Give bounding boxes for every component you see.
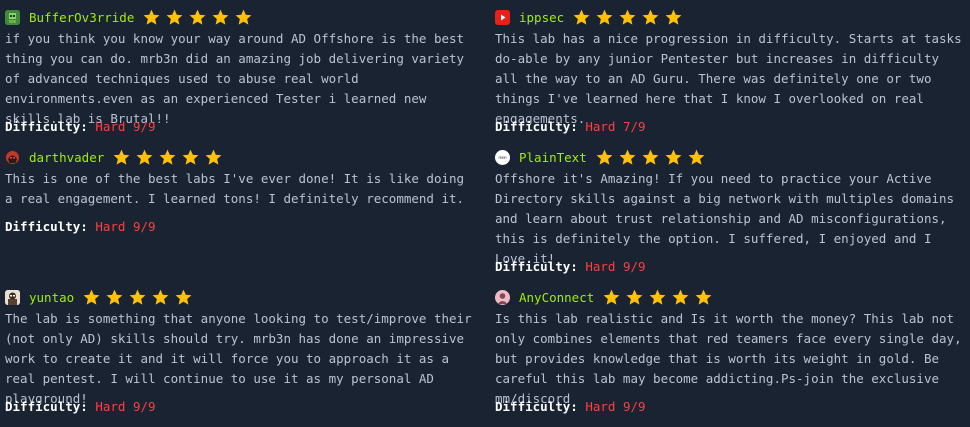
difficulty-label: Difficulty: bbox=[495, 259, 578, 274]
difficulty-label: Difficulty: bbox=[5, 399, 88, 414]
difficulty-value: Hard 9/9 bbox=[95, 219, 156, 234]
star-icon bbox=[642, 149, 659, 165]
review-card: darthvader This is one of the best labs … bbox=[5, 147, 475, 247]
star-icon bbox=[175, 289, 192, 305]
review-text: This is one of the best labs I've ever d… bbox=[5, 171, 465, 206]
difficulty-label: Difficulty: bbox=[495, 399, 578, 414]
username-link[interactable]: ippsec bbox=[519, 10, 564, 25]
review-header: yuntao bbox=[5, 287, 475, 307]
username-link[interactable]: darthvader bbox=[29, 150, 104, 165]
review-header: BufferOv3rride bbox=[5, 7, 475, 27]
difficulty-label: Difficulty: bbox=[5, 219, 88, 234]
star-icon bbox=[596, 149, 613, 165]
review-header: txt PlainText bbox=[495, 147, 965, 167]
difficulty-value: Hard 9/9 bbox=[585, 399, 646, 414]
star-icon bbox=[83, 289, 100, 305]
star-rating bbox=[595, 148, 706, 167]
star-icon bbox=[688, 149, 705, 165]
star-icon bbox=[619, 149, 636, 165]
star-icon bbox=[113, 149, 130, 165]
star-icon bbox=[626, 289, 643, 305]
star-icon bbox=[695, 289, 712, 305]
difficulty-line: Difficulty: Hard 9/9 bbox=[495, 397, 646, 417]
star-icon bbox=[619, 9, 636, 25]
difficulty-label: Difficulty: bbox=[5, 119, 88, 134]
star-icon bbox=[672, 289, 689, 305]
difficulty-label: Difficulty: bbox=[495, 119, 578, 134]
review-card: yuntao The lab is something that anyone … bbox=[5, 287, 475, 422]
difficulty-value: Hard 9/9 bbox=[95, 119, 156, 134]
difficulty-line: Difficulty: Hard 7/9 bbox=[495, 117, 646, 137]
star-icon bbox=[129, 289, 146, 305]
review-text: Is this lab realistic and Is it worth th… bbox=[495, 311, 962, 406]
star-icon bbox=[182, 149, 199, 165]
svg-text:txt: txt bbox=[500, 155, 506, 159]
review-card: BufferOv3rride if you think you know you… bbox=[5, 7, 475, 142]
difficulty-line: Difficulty: Hard 9/9 bbox=[495, 257, 646, 277]
difficulty-value: Hard 9/9 bbox=[95, 399, 156, 414]
review-text: This lab has a nice progression in diffi… bbox=[495, 31, 962, 126]
username-link[interactable]: PlainText bbox=[519, 150, 587, 165]
star-icon bbox=[136, 149, 153, 165]
plaintext-avatar-icon[interactable]: txt bbox=[495, 149, 510, 165]
star-icon bbox=[649, 289, 666, 305]
difficulty-value: Hard 9/9 bbox=[585, 259, 646, 274]
star-icon bbox=[159, 149, 176, 165]
star-icon bbox=[212, 9, 229, 25]
star-icon bbox=[642, 9, 659, 25]
anyconnect-avatar-icon[interactable] bbox=[495, 289, 510, 305]
star-rating bbox=[82, 288, 193, 307]
difficulty-line: Difficulty: Hard 9/9 bbox=[5, 397, 156, 417]
review-header: darthvader bbox=[5, 147, 475, 167]
username-link[interactable]: AnyConnect bbox=[519, 290, 594, 305]
yuntao-avatar-icon[interactable] bbox=[5, 289, 20, 305]
review-card: AnyConnect Is this lab realistic and Is … bbox=[495, 287, 965, 422]
star-icon bbox=[189, 9, 206, 25]
darthvader-avatar-icon[interactable] bbox=[5, 149, 20, 165]
review-text: Offshore it's Amazing! If you need to pr… bbox=[495, 171, 955, 266]
star-icon bbox=[235, 9, 252, 25]
difficulty-line: Difficulty: Hard 9/9 bbox=[5, 217, 156, 237]
review-text: The lab is something that anyone looking… bbox=[5, 311, 472, 406]
green-robot-avatar-icon[interactable] bbox=[5, 9, 20, 25]
star-rating bbox=[572, 8, 683, 27]
star-icon bbox=[665, 9, 682, 25]
star-icon bbox=[596, 9, 613, 25]
star-icon bbox=[205, 149, 222, 165]
star-icon bbox=[152, 289, 169, 305]
star-icon bbox=[573, 9, 590, 25]
review-card: ippsec This lab has a nice progression i… bbox=[495, 7, 965, 142]
youtube-avatar-icon[interactable] bbox=[495, 9, 510, 25]
difficulty-value: Hard 7/9 bbox=[585, 119, 646, 134]
difficulty-line: Difficulty: Hard 9/9 bbox=[5, 117, 156, 137]
star-icon bbox=[143, 9, 160, 25]
review-header: AnyConnect bbox=[495, 287, 965, 307]
star-rating bbox=[112, 148, 223, 167]
review-text: if you think you know your way around AD… bbox=[5, 31, 465, 126]
review-card: txt PlainText Offshore it's Amazing! If … bbox=[495, 147, 965, 282]
star-icon bbox=[106, 289, 123, 305]
review-header: ippsec bbox=[495, 7, 965, 27]
star-icon bbox=[603, 289, 620, 305]
username-link[interactable]: yuntao bbox=[29, 290, 74, 305]
username-link[interactable]: BufferOv3rride bbox=[29, 10, 134, 25]
star-rating bbox=[142, 8, 253, 27]
star-icon bbox=[166, 9, 183, 25]
reviews-grid: BufferOv3rride if you think you know you… bbox=[0, 0, 970, 427]
star-icon bbox=[665, 149, 682, 165]
star-rating bbox=[602, 288, 713, 307]
